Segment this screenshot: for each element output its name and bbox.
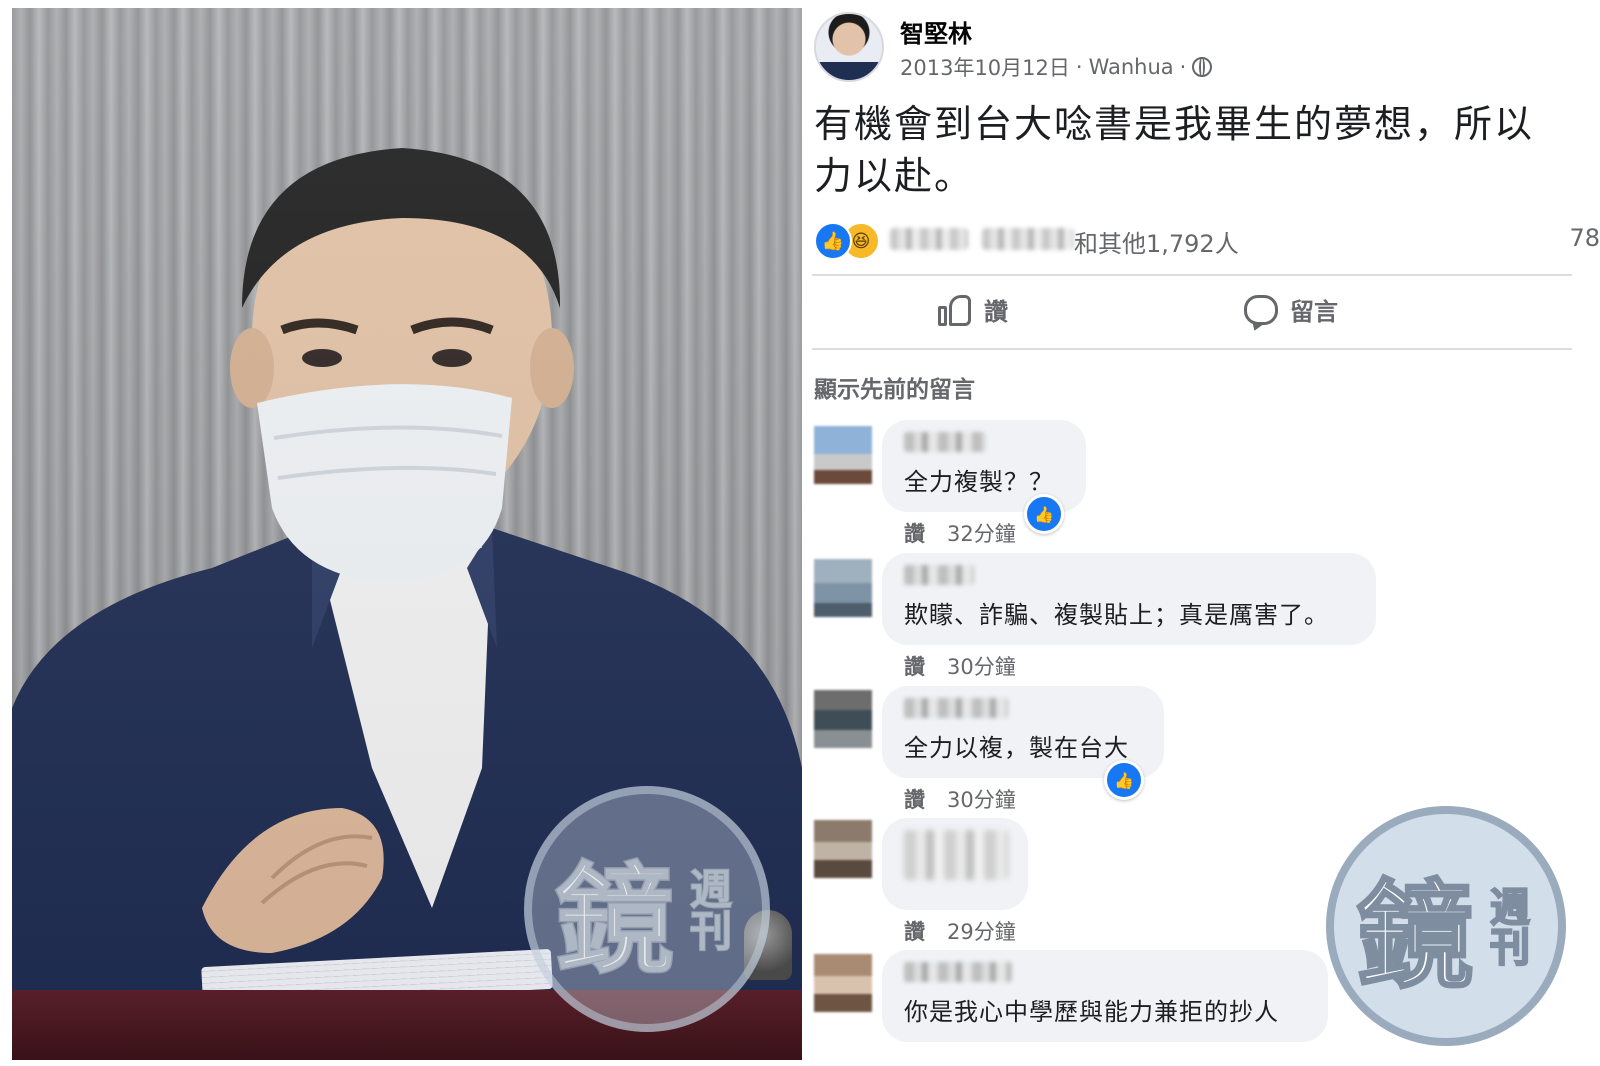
comment-text: 你是我心中學歷與能力兼拒的抄人 — [904, 998, 1279, 1026]
comment-actions: 讚 30分鐘 — [904, 651, 1016, 681]
commenter-name[interactable] — [904, 962, 1012, 982]
comment-text: 全力以複，製在台大 — [904, 734, 1129, 762]
thumbs-up-icon — [938, 293, 972, 327]
commenter-avatar[interactable] — [814, 426, 872, 484]
post-text: 有機會到台大唸書是我畢生的夢想，所以 力以赴。 — [814, 102, 1535, 198]
comment-time[interactable]: 30分鐘 — [947, 651, 1016, 681]
comment-time[interactable]: 29分鐘 — [947, 916, 1016, 946]
comment-like-link[interactable]: 讚 — [904, 784, 925, 814]
commenter-avatar[interactable] — [814, 820, 872, 878]
comment-actions: 讚 32分鐘 — [904, 518, 1016, 548]
post-location[interactable]: Wanhua — [1089, 55, 1174, 79]
comment-text: 全力複製？？ — [904, 468, 1054, 496]
globe-icon[interactable] — [1192, 57, 1213, 77]
blurred-name — [982, 228, 1074, 250]
comment-time[interactable]: 30分鐘 — [947, 784, 1016, 814]
like-reaction-icon[interactable]: 👍 — [1024, 494, 1064, 534]
post-meta: 2013年10月12日 · Wanhua · — [900, 52, 1213, 82]
like-reaction-icon[interactable]: 👍 — [1104, 760, 1144, 800]
comment-actions: 讚 30分鐘 — [904, 784, 1016, 814]
comment-count[interactable]: 78 — [1569, 224, 1600, 252]
blurred-name — [890, 228, 968, 250]
commenter-name[interactable] — [904, 565, 974, 585]
divider — [812, 274, 1572, 276]
comment-button[interactable]: 留言 — [1244, 292, 1338, 327]
comment-bubble: 欺矇、詐騙、複製貼上；真是厲害了。 — [882, 553, 1376, 645]
author-name[interactable]: 智堅林 — [900, 14, 972, 49]
commenter-avatar[interactable] — [814, 690, 872, 748]
blurred-comment-text — [904, 830, 1008, 880]
comment-like-link[interactable]: 讚 — [904, 651, 925, 681]
comment-bubble-icon — [1244, 294, 1278, 325]
like-button[interactable]: 讚 — [938, 292, 1008, 327]
divider — [812, 348, 1572, 350]
mirror-media-watermark: 鏡 週刊 — [524, 786, 770, 1032]
comment-text: 欺矇、詐騙、複製貼上；真是厲害了。 — [904, 601, 1329, 629]
commenter-name[interactable] — [904, 698, 1008, 718]
like-icon: 👍 — [814, 222, 852, 260]
commenter-avatar[interactable] — [814, 559, 872, 617]
commenter-name[interactable] — [904, 432, 986, 452]
action-bar: 讚 留言 — [812, 282, 1572, 344]
show-previous-comments[interactable]: 顯示先前的留言 — [814, 370, 975, 404]
comment-time[interactable]: 32分鐘 — [947, 518, 1016, 548]
comment-like-link[interactable]: 讚 — [904, 518, 925, 548]
reaction-summary[interactable]: 👍 😆 和其他1,792人 78 — [812, 218, 1600, 260]
comment-bubble — [882, 818, 1028, 910]
author-avatar[interactable] — [814, 12, 884, 82]
reaction-text: 和其他1,792人 — [1074, 230, 1239, 258]
mirror-media-watermark: 鏡 週刊 — [1326, 806, 1566, 1046]
commenter-avatar[interactable] — [814, 954, 872, 1012]
comment-bubble: 你是我心中學歷與能力兼拒的抄人 — [882, 950, 1328, 1042]
comment-actions: 讚 29分鐘 — [904, 916, 1016, 946]
post-date[interactable]: 2013年10月12日 — [900, 52, 1070, 82]
comment-like-link[interactable]: 讚 — [904, 916, 925, 946]
